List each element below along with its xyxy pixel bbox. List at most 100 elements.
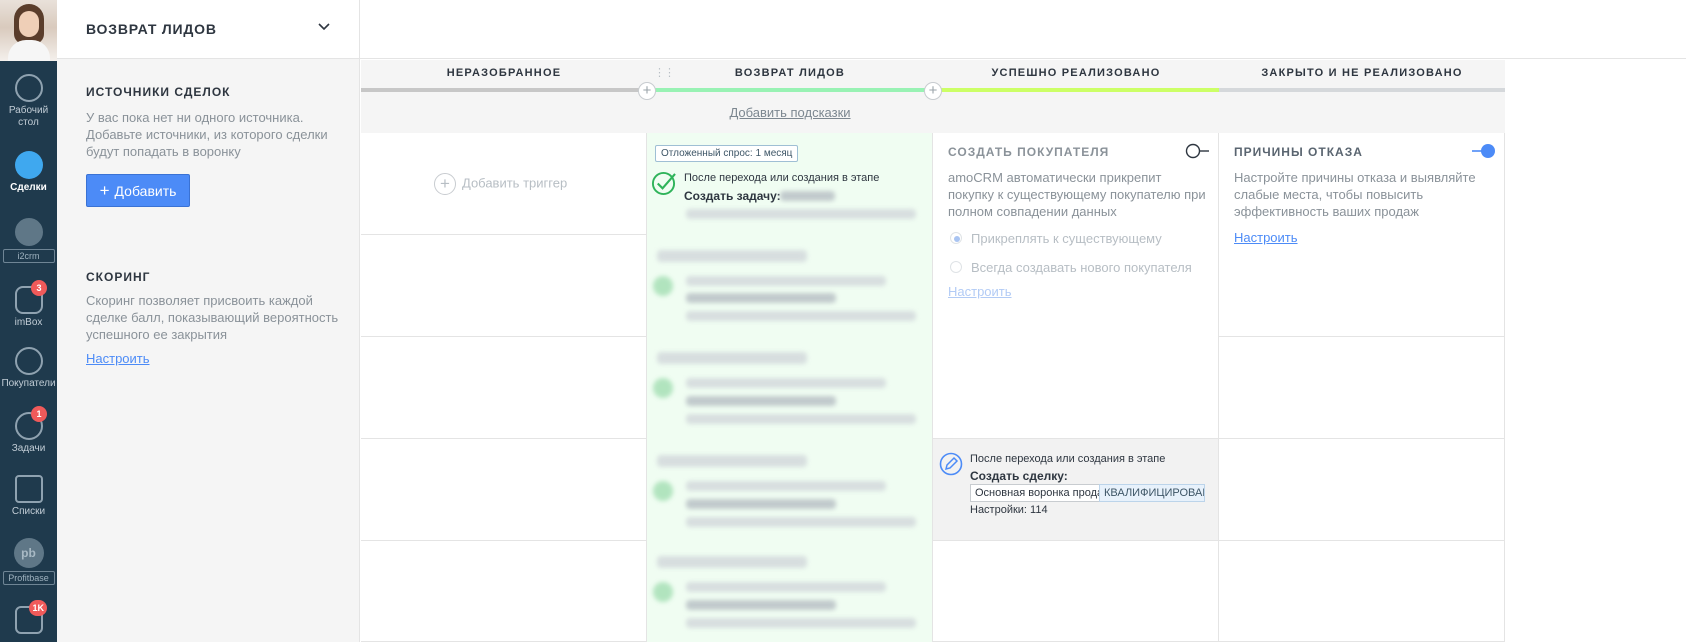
trigger-cell xyxy=(361,235,647,337)
segment-tag[interactable]: Отложенный спрос: 1 месяц xyxy=(655,145,799,162)
create-customer-settings-link[interactable]: Настроить xyxy=(948,284,1012,299)
blurred-value xyxy=(686,396,836,406)
blurred-icon xyxy=(653,276,673,296)
blurred-value xyxy=(686,517,916,527)
nav-item-lists[interactable]: Списки xyxy=(0,475,57,518)
pipeline-select[interactable]: Основная воронка продаж xyxy=(970,484,1100,502)
radio-label: Всегда создавать нового покупателя xyxy=(971,260,1192,275)
nav-item-profitbase[interactable]: pb Profitbase xyxy=(0,538,57,585)
check-circle-icon xyxy=(651,171,676,196)
blurred-value xyxy=(686,582,886,592)
blurred-value xyxy=(686,378,886,388)
trigger-cell xyxy=(1219,439,1505,541)
blurred-value xyxy=(686,414,916,424)
refusal-reasons-title: ПРИЧИНЫ ОТКАЗА xyxy=(1234,145,1363,159)
blurred-value xyxy=(686,209,916,219)
plus-circle-icon: + xyxy=(434,173,456,195)
blurred-value xyxy=(686,276,886,286)
deal-trigger-settings: Настройки: 114 xyxy=(970,504,1048,516)
nav-item-customers[interactable]: Покупатели xyxy=(0,347,57,390)
blurred-icon xyxy=(653,582,673,602)
blurred-value xyxy=(686,293,836,303)
column-title: УСПЕШНО РЕАЛИЗОВАНО xyxy=(991,67,1161,79)
trigger-cell xyxy=(361,439,647,541)
lists-icon xyxy=(14,475,43,503)
notification-badge: 1 xyxy=(31,406,47,422)
top-bar xyxy=(360,0,1686,59)
radio-attach-existing[interactable] xyxy=(950,232,962,244)
nav-item-tasks[interactable]: 1 Задачи xyxy=(0,406,57,455)
deals-icon xyxy=(14,151,43,179)
refusal-reasons-settings-link[interactable]: Настроить xyxy=(1234,230,1298,245)
blurred-value xyxy=(686,481,886,491)
nav-label: Задачи xyxy=(11,443,46,454)
pipeline-settings-panel: ВОЗВРАТ ЛИДОВ ИСТОЧНИКИ СДЕЛОК У вас пок… xyxy=(57,0,360,642)
create-customer-title: СОЗДАТЬ ПОКУПАТЕЛЯ xyxy=(948,145,1110,159)
nav-label: Сделки xyxy=(10,182,47,193)
main-navigation: Рабочий стол Сделки i2crm 3 imBox Покупа… xyxy=(0,0,57,642)
add-source-label: Добавить xyxy=(114,183,177,199)
customers-icon xyxy=(14,347,43,375)
blurred-tag xyxy=(657,455,807,467)
deal-trigger-action: Создать сделку: xyxy=(970,469,1068,483)
blurred-value xyxy=(686,499,836,509)
refusal-reasons-text: Настройте причины отказа и выявляйте сла… xyxy=(1234,170,1476,219)
nav-label: imBox xyxy=(14,317,43,328)
chevron-down-icon[interactable] xyxy=(316,19,332,35)
trigger-action: Создать задачу: xyxy=(684,189,781,203)
blurred-tag xyxy=(657,556,807,568)
trigger-cell xyxy=(361,541,647,642)
nav-item-imbox[interactable]: 3 imBox xyxy=(0,280,57,329)
add-source-button[interactable]: + Добавить xyxy=(86,174,190,207)
trigger-condition: После перехода или создания в этапе xyxy=(684,172,880,184)
pipeline-title: ВОЗВРАТ ЛИДОВ xyxy=(86,21,217,37)
add-trigger-label: Добавить триггер xyxy=(462,175,568,191)
blurred-icon xyxy=(653,378,673,398)
status-select[interactable]: КВАЛИФИЦИРОВАН xyxy=(1099,484,1205,502)
radio-label: Прикреплять к существующему xyxy=(971,231,1162,246)
trigger-cell xyxy=(1219,337,1505,439)
nav-item-dashboard[interactable]: Рабочий стол xyxy=(0,74,57,129)
nav-label: Рабочий стол xyxy=(8,105,49,128)
nav-item-deals[interactable]: Сделки xyxy=(0,151,57,194)
user-avatar[interactable] xyxy=(0,0,57,61)
edit-circle-icon xyxy=(939,452,963,476)
stage-color-bar xyxy=(361,88,647,92)
nav-label: Profitbase xyxy=(2,571,55,585)
nav-item-i2crm[interactable]: i2crm xyxy=(0,218,57,263)
stage-color-bar xyxy=(933,88,1219,92)
trigger-cell xyxy=(1219,541,1505,642)
scoring-title: СКОРИНГ xyxy=(86,270,151,284)
blurred-tag xyxy=(657,250,807,262)
nav-label: Списки xyxy=(11,506,46,517)
notification-badge: 3 xyxy=(31,280,47,296)
add-stage-button[interactable]: + xyxy=(924,82,942,100)
add-trigger-button[interactable]: + Добавить триггер xyxy=(434,173,567,195)
add-hints-link[interactable]: Добавить подсказки xyxy=(647,105,933,120)
column-title: ЗАКРЫТО И НЕ РЕАЛИЗОВАНО xyxy=(1261,67,1463,79)
deal-trigger-condition: После перехода или создания в этапе xyxy=(970,453,1166,465)
stage-color-bar xyxy=(1219,88,1505,92)
notification-badge: 1K xyxy=(29,600,47,616)
trigger-cell xyxy=(933,541,1219,642)
toggle-switch[interactable] xyxy=(1185,143,1211,159)
radio-always-new[interactable] xyxy=(950,261,962,273)
dashboard-icon xyxy=(14,74,43,102)
sources-text: У вас пока нет ни одного источника. Доба… xyxy=(86,110,328,159)
toggle-switch[interactable] xyxy=(1470,143,1496,159)
blurred-value xyxy=(686,311,916,321)
scoring-settings-link[interactable]: Настроить xyxy=(86,351,150,366)
column-title: ВОЗВРАТ ЛИДОВ xyxy=(734,67,846,79)
drag-handle-icon[interactable]: ⋮⋮ xyxy=(654,66,675,79)
trigger-cell xyxy=(361,337,647,439)
nav-label: Покупатели xyxy=(1,378,56,389)
nav-item-mail[interactable]: 1K xyxy=(0,600,57,637)
create-customer-text: amoCRM автоматически прикрепит покупку к… xyxy=(948,170,1206,219)
profitbase-icon: pb xyxy=(13,538,44,568)
add-stage-button[interactable]: + xyxy=(638,82,656,100)
blurred-icon xyxy=(653,481,673,501)
nav-label: i2crm xyxy=(2,249,55,263)
stage-color-bar xyxy=(647,88,933,92)
blurred-value xyxy=(686,600,836,610)
pipeline-selector[interactable]: ВОЗВРАТ ЛИДОВ xyxy=(57,0,359,59)
